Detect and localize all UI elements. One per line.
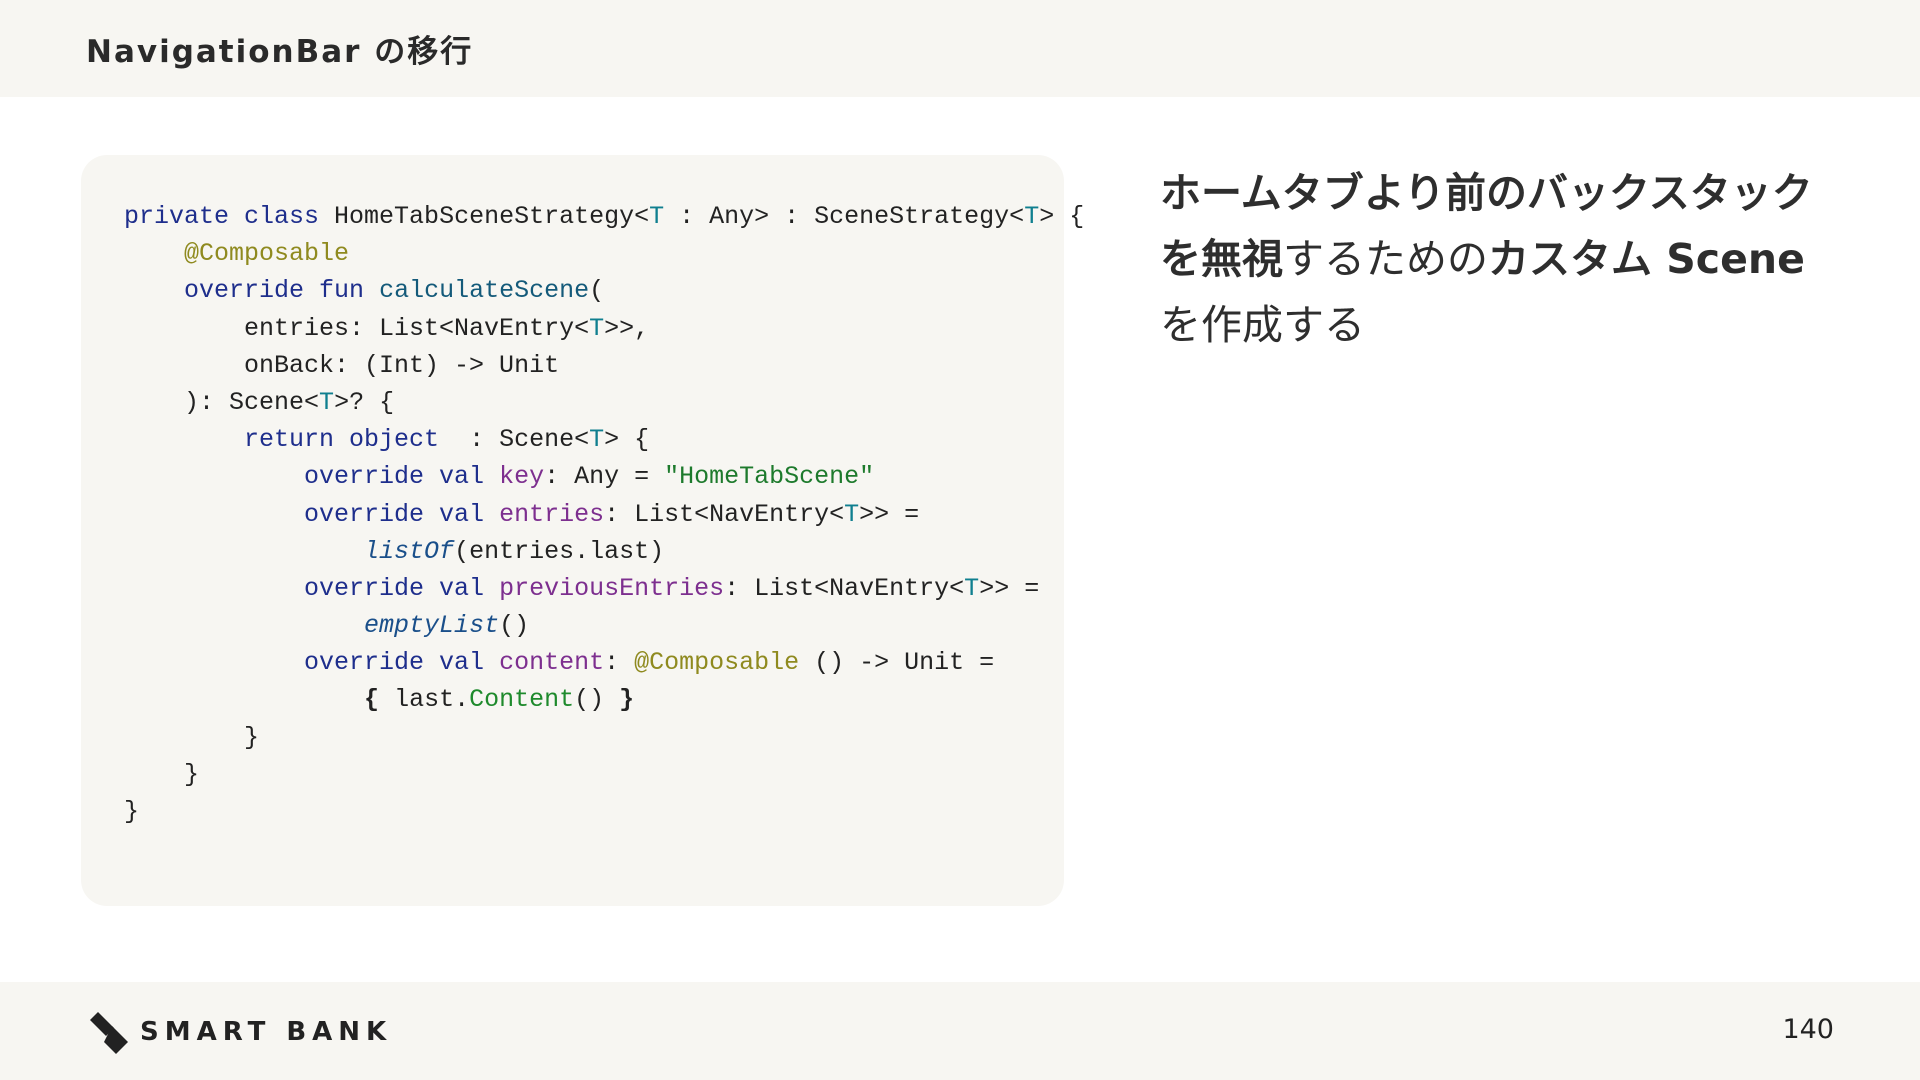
code-line: private class HomeTabSceneStrategy<T : A… [124,198,1084,235]
code-token: ( [589,276,605,306]
code-token: T [589,313,605,343]
code-token: : [604,648,635,678]
code-line: } [124,719,1084,756]
page-title: NavigationBar の移行 [86,34,474,70]
code-token: >>, [604,313,650,343]
code-token: override val [304,499,500,529]
code-token: HomeTabSceneStrategy< [334,202,650,231]
code-token: Content [469,685,575,715]
code-token: >> = [859,499,920,529]
code-token: ): Scene< [124,387,320,417]
smartbank-logo-mark-icon [90,1012,128,1054]
code-token: >? { [334,387,395,417]
code-token: @Composable [634,648,800,678]
slide: NavigationBar の移行 private class HomeTabS… [0,0,1920,1080]
code-line: listOf(entries.last) [124,533,1084,570]
code-token: listOf [364,536,455,566]
code-token: } [124,722,260,752]
code-token: override val [304,462,500,492]
code-token: last. [379,685,470,715]
code-line: override val key: Any = "HomeTabScene" [124,458,1084,495]
code-line: entries: List<NavEntry<T>>, [124,310,1084,347]
code-token: : List<NavEntry< [604,499,845,529]
code-token: : List<NavEntry< [724,573,965,603]
code-token: T [1024,202,1040,231]
code-token: } [619,685,635,715]
explanation-plain-2: を作成する [1160,301,1365,349]
code-token: entries [499,499,605,529]
code-token: key [499,462,545,492]
code-token: > { [604,425,650,455]
code-token: () [574,685,620,715]
code-line: override val content: @Composable () -> … [124,644,1084,681]
code-token: private class [124,202,335,231]
code-token: @Composable [184,239,350,269]
code-line: override val entries: List<NavEntry<T>> … [124,496,1084,533]
code-line: { last.Content() } [124,681,1084,718]
code-line: } [124,756,1084,793]
code-line: override val previousEntries: List<NavEn… [124,570,1084,607]
code-token: T [649,202,665,231]
code-token: T [319,387,335,417]
code-line: @Composable [124,235,1084,272]
code-token: () [499,611,530,641]
code-token: override fun [184,276,380,306]
explanation-emphasis-2: カスタム Scene [1488,235,1805,283]
code-token: onBack: (Int) -> Unit [124,350,560,380]
code-token: content [499,648,605,678]
code-line: ): Scene<T>? { [124,384,1084,421]
header-bar: NavigationBar の移行 [0,0,1920,97]
code-token: override val [304,648,500,678]
code-token: T [964,573,980,603]
code-token: calculateScene [379,276,590,306]
code-line: emptyList() [124,607,1084,644]
code-line: onBack: (Int) -> Unit [124,347,1084,384]
code-block: private class HomeTabSceneStrategy<T : A… [124,198,1084,830]
code-token: { [364,685,380,715]
code-token: T [589,425,605,455]
code-token: () -> Unit = [799,648,995,678]
code-token: (entries.last) [454,536,665,566]
code-line: return object : Scene<T> { [124,421,1084,458]
code-line: } [124,793,1084,830]
code-token: >> = [979,573,1040,603]
code-token: : Any> : SceneStrategy< [664,202,1025,231]
code-line: override fun calculateScene( [124,272,1084,309]
explanation-text: ホームタブより前のバックスタックを無視するためのカスタム Scene を作成する [1160,160,1850,358]
code-token: emptyList [364,611,500,641]
code-token: previousEntries [499,573,725,603]
code-token: : Any = [544,462,665,492]
code-token: override val [304,573,500,603]
page-number: 140 [1782,1014,1834,1045]
explanation-plain-1: するための [1283,235,1488,283]
code-token: T [844,499,860,529]
code-token: entries: List<NavEntry< [124,313,590,343]
code-token: } [124,797,140,826]
code-token: } [124,759,200,789]
logo-text: SMART BANK [140,1017,393,1047]
code-token: "HomeTabScene" [664,462,875,492]
smartbank-logo: SMART BANK [90,1010,392,1054]
code-token: return object [244,425,455,455]
code-token: : Scene< [454,425,590,455]
code-token: > { [1039,202,1085,231]
